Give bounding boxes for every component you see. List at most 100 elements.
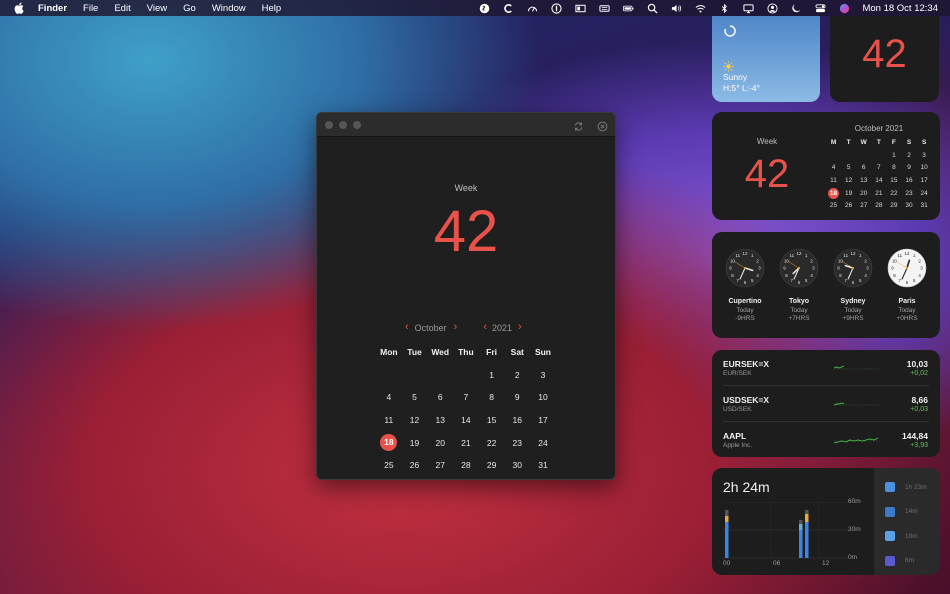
do-not-disturb-icon[interactable] <box>790 3 802 13</box>
stock-symbol: AAPL <box>723 431 747 441</box>
mini-weekday-label: W <box>860 138 867 146</box>
calendar-day[interactable]: 10 <box>530 392 556 402</box>
calendar-day[interactable]: 21 <box>453 438 479 448</box>
stocks-widget[interactable]: EURSEK=X EUR/SEK 10,03 +0,02 USDSEK=X USD/SEK… <box>712 350 940 457</box>
calendar-day-today[interactable]: 18 <box>376 434 402 452</box>
mini-calendar-day: 19 <box>845 189 853 197</box>
calendar-day[interactable]: 2 <box>504 370 530 380</box>
calendar-day[interactable]: 16 <box>504 415 530 425</box>
calendar-day[interactable]: 6 <box>427 392 453 402</box>
previous-month-chevron-icon[interactable]: ‹ <box>405 322 409 333</box>
menu-view[interactable]: View <box>147 3 167 14</box>
zoom-window-button[interactable] <box>353 121 361 129</box>
wifi-icon[interactable] <box>694 3 706 13</box>
screen-time-app-row[interactable]: 6m <box>885 555 935 567</box>
calendar-day[interactable]: 25 <box>376 460 402 470</box>
clock-offset-label: +9HRS <box>842 315 864 322</box>
speedometer-icon[interactable] <box>526 3 538 13</box>
screen-mirroring-icon[interactable] <box>742 3 754 13</box>
weather-widget[interactable]: Sunny H:5° L:-4° <box>712 16 820 102</box>
bluetooth-icon[interactable] <box>718 3 730 13</box>
previous-year-chevron-icon[interactable]: ‹ <box>483 322 487 333</box>
calendar-day[interactable]: 23 <box>504 438 530 448</box>
next-year-chevron-icon[interactable]: › <box>518 322 522 333</box>
calendar-day[interactable]: 3 <box>530 370 556 380</box>
month-label[interactable]: October <box>414 323 448 333</box>
world-clock[interactable]: 1 2 3 4 5 6 7 8 9 10 11 12 Tokyo Today +7HRS <box>777 248 821 322</box>
apple-menu-icon[interactable] <box>14 2 24 14</box>
refresh-icon[interactable] <box>573 119 584 131</box>
minimize-window-button[interactable] <box>339 121 347 129</box>
clock-city-label: Tokyo <box>788 298 810 305</box>
window-titlebar[interactable] <box>317 113 615 137</box>
next-month-chevron-icon[interactable]: › <box>454 322 458 333</box>
stock-row[interactable]: EURSEK=X EUR/SEK 10,03 +0,02 <box>712 350 940 386</box>
calendar-day[interactable]: 13 <box>427 415 453 425</box>
screen-time-summary: 2h 24m 60m 30m 0m 00 06 12 <box>712 468 874 575</box>
calendar-day[interactable]: 4 <box>376 392 402 402</box>
menu-app-name[interactable]: Finder <box>38 3 67 14</box>
user-icon[interactable] <box>766 2 778 14</box>
calendar-day[interactable]: 12 <box>402 415 428 425</box>
search-icon[interactable] <box>646 3 658 14</box>
calendar-day[interactable]: 20 <box>427 438 453 448</box>
display-icon[interactable] <box>574 3 586 13</box>
screen-time-widget[interactable]: 2h 24m 60m 30m 0m 00 06 12 1h 23m 14m 10m 6… <box>712 468 940 575</box>
calendar-day[interactable]: 31 <box>530 460 556 470</box>
calendar-day[interactable]: 27 <box>427 460 453 470</box>
stock-row[interactable]: AAPL Apple Inc. 144,84 +3,93 <box>712 422 940 457</box>
menu-help[interactable]: Help <box>262 3 282 14</box>
svg-text:11: 11 <box>897 253 902 258</box>
calendar-day[interactable]: 1 <box>479 370 505 380</box>
x-axis-label: 00 <box>723 560 731 567</box>
screen-time-app-row[interactable]: 10m <box>885 530 935 542</box>
screen-time-bar <box>799 530 803 558</box>
mini-calendar-title: October 2021 <box>854 124 904 133</box>
world-clock[interactable]: 1 2 3 4 5 6 7 8 9 10 11 12 Paris Today +0HRS <box>885 248 929 322</box>
calendar-day[interactable]: 29 <box>479 460 505 470</box>
today-marker: 18 <box>380 434 398 452</box>
shazam-icon[interactable] <box>478 3 490 13</box>
c-app-icon[interactable] <box>502 3 514 13</box>
control-center-icon[interactable] <box>814 3 826 13</box>
screen-time-bar <box>805 514 809 522</box>
calendar-day[interactable]: 30 <box>504 460 530 470</box>
screen-time-total: 2h 24m <box>723 479 770 495</box>
calendar-day[interactable]: 22 <box>479 438 505 448</box>
menu-window[interactable]: Window <box>212 3 246 14</box>
calendar-day[interactable]: 8 <box>479 392 505 402</box>
calendar-day[interactable]: 19 <box>402 438 428 448</box>
mini-weekday-header-row: M T W T F S S <box>826 136 932 149</box>
siri-icon[interactable] <box>838 3 850 13</box>
calendar-day[interactable]: 11 <box>376 415 402 425</box>
week-number-widget-small[interactable]: 42 <box>830 16 939 102</box>
screen-time-app-row[interactable]: 1h 23m <box>885 481 935 493</box>
onepassword-icon[interactable] <box>550 2 562 14</box>
calendar-day[interactable]: 5 <box>402 392 428 402</box>
screen-time-app-row[interactable]: 14m <box>885 506 935 518</box>
volume-icon[interactable] <box>670 3 682 13</box>
menubar-clock[interactable]: Mon 18 Oct 12:34 <box>862 3 938 14</box>
calendar-day[interactable]: 9 <box>504 392 530 402</box>
battery-icon[interactable] <box>622 3 634 13</box>
calendar-day[interactable]: 7 <box>453 392 479 402</box>
world-clock[interactable]: 1 2 3 4 5 6 7 8 9 10 11 12 Cupertino Today -9HRS <box>723 248 767 322</box>
calendar-day[interactable]: 14 <box>453 415 479 425</box>
close-circle-icon[interactable] <box>597 119 608 132</box>
mini-calendar-day: 4 <box>831 164 836 172</box>
year-label[interactable]: 2021 <box>492 323 512 333</box>
world-clock[interactable]: 1 2 3 4 5 6 7 8 9 10 11 12 Sydney Today +9HRS <box>831 248 875 322</box>
close-window-button[interactable] <box>325 121 333 129</box>
menu-file[interactable]: File <box>83 3 98 14</box>
keyboard-icon[interactable] <box>598 3 610 13</box>
calendar-day[interactable]: 17 <box>530 415 556 425</box>
calendar-day[interactable]: 26 <box>402 460 428 470</box>
calendar-day[interactable]: 24 <box>530 438 556 448</box>
calendar-day[interactable]: 28 <box>453 460 479 470</box>
menu-go[interactable]: Go <box>183 3 196 14</box>
world-clock-widget[interactable]: 1 2 3 4 5 6 7 8 9 10 11 12 Cupertino Today -9HRS 1 2 3 4 5 6… <box>712 232 940 338</box>
stock-row[interactable]: USDSEK=X USD/SEK 8,66 +0,03 <box>712 386 940 422</box>
week-calendar-widget[interactable]: Week 42 October 2021 M T W T F S S 12345… <box>712 112 940 220</box>
calendar-day[interactable]: 15 <box>479 415 505 425</box>
menu-edit[interactable]: Edit <box>114 3 130 14</box>
